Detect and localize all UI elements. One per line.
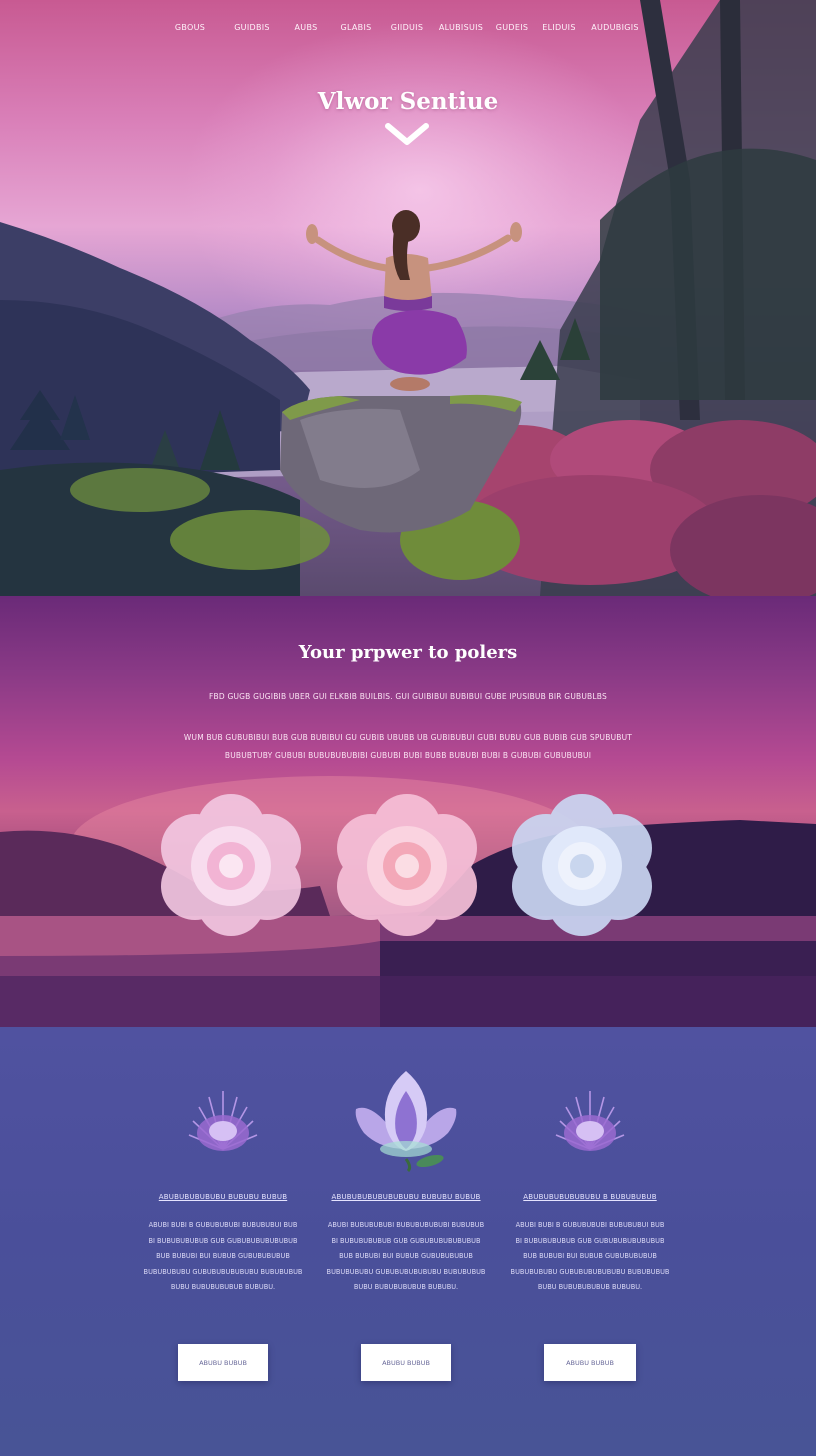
- nav-item-1[interactable]: GBOUS: [164, 21, 216, 34]
- feature-1-line: BI BUBUBUBUBUB GUB GUBUBUBUBUBUBUB: [148, 1236, 298, 1245]
- feature-3-line: BUB BUBUBI BUI BUBUB GUBUBUBUBUB: [523, 1252, 657, 1260]
- nav-item-9[interactable]: AUDUBIGIS: [584, 21, 646, 34]
- nav-item-6[interactable]: ALUBISUIS: [432, 21, 490, 34]
- features-section: ABUBUBUBUBUBU BUBUBU BUBUB ABUBI BUBI B …: [0, 1027, 816, 1456]
- blue-bloom-icon: [512, 794, 652, 936]
- chevron-down-icon[interactable]: [384, 120, 430, 148]
- feature-2-line: BUBUBUBUBU GUBUBUBUBUBUBU BUBUBUBUB: [326, 1267, 486, 1276]
- feature-2-line: BUB BUBUBI BUI BUBUB GUBUBUBUBUB: [339, 1252, 473, 1260]
- power-section: Your prpwer to polers FBD GUGB GUGIBIB U…: [0, 596, 816, 1027]
- peach-bloom-icon: [337, 794, 477, 936]
- feature-1-description: ABUBI BUBI B GUBUBUBUBI BUBUBUBUI BUB BI…: [143, 1221, 303, 1299]
- feature-1-title[interactable]: ABUBUBUBUBUBU BUBUBU BUBUB: [143, 1193, 303, 1201]
- feature-3-button[interactable]: ABUBU BUBUB: [544, 1344, 636, 1381]
- hero-section: GBOUS GUIDBIS AUBS GLABIS GIIDUIS ALUBIS…: [0, 0, 816, 596]
- feature-3-line: BUBU BUBUBUBUBUB BUBUBU.: [537, 1283, 643, 1291]
- power-text-line-2: WUM BUB GUBUBIBUI BUB GUB BUBIBUI GU GUB…: [183, 733, 633, 742]
- feature-1-line: BUB BUBUBI BUI BUBUB GUBUBUBUBUB: [156, 1252, 290, 1260]
- hero-title: Vlwor Sentiue: [317, 88, 499, 115]
- feature-2-description: ABUBI BUBUBUBUBI BUBUBUBUBUBI BUBUBUB BI…: [326, 1221, 486, 1299]
- feature-1-line: ABUBI BUBI B GUBUBUBUBI BUBUBUBUI BUB: [148, 1221, 298, 1229]
- power-text-line-3: BUBUBTUBY GUBUBI BUBUBUBUBIBI GUBUBI BUB…: [224, 751, 592, 760]
- feature-2-line: BUBU BUBUBUBUBUB BUBUBU.: [353, 1283, 459, 1291]
- nav-item-8[interactable]: ELIDUIS: [536, 21, 582, 34]
- power-heading: Your prpwer to polers: [298, 642, 518, 663]
- nav-item-7[interactable]: GUDEIS: [492, 21, 532, 34]
- feature-3-line: BUBUBUBUBU GUBUBUBUBUBUBU BUBUBUBUB: [510, 1267, 670, 1276]
- nav-item-2[interactable]: GUIDBIS: [228, 21, 276, 34]
- top-nav: GBOUS GUIDBIS AUBS GLABIS GIIDUIS ALUBIS…: [0, 21, 816, 34]
- feature-3-line: BI BUBUBUBUBUB GUB GUBUBUBUBUBUBUB: [515, 1236, 665, 1245]
- feature-2-button[interactable]: ABUBU BUBUB: [361, 1344, 451, 1381]
- feature-2-line: BI BUBUBUBUBUB GUB GUBUBUBUBUBUBUB: [331, 1236, 481, 1245]
- power-text-line-1: FBD GUGB GUGIBIB UBER GUI ELKBIB BUILBIS…: [209, 692, 607, 701]
- feature-2-line: ABUBI BUBUBUBUBI BUBUBUBUBUBI BUBUBUB: [327, 1221, 485, 1229]
- thistle-flower-icon: [188, 1091, 258, 1151]
- nav-item-5[interactable]: GIIDUIS: [386, 21, 428, 34]
- feature-1-line: BUBU BUBUBUBUBUB BUBUBU.: [170, 1283, 276, 1291]
- nav-item-4[interactable]: GLABIS: [334, 21, 378, 34]
- feature-3-line: ABUBI BUBI B GUBUBUBUBI BUBUBUBUI BUB: [515, 1221, 665, 1229]
- feature-3-title[interactable]: ABUBUBUBUBUBUBU B BUBUBUBUB: [510, 1193, 670, 1201]
- pink-bloom-icon: [161, 794, 301, 936]
- feature-1-button[interactable]: ABUBU BUBUB: [178, 1344, 268, 1381]
- feature-2-title[interactable]: ABUBUBUBUBUBUBUBU BUBUBU BUBUB: [326, 1193, 486, 1201]
- thistle-flower-icon: [555, 1091, 625, 1151]
- feature-3-description: ABUBI BUBI B GUBUBUBUBI BUBUBUBUI BUB BI…: [510, 1221, 670, 1299]
- lotus-flower-icon: [355, 1071, 457, 1173]
- feature-1-line: BUBUBUBUBU GUBUBUBUBUBUBU BUBUBUBUB: [143, 1267, 303, 1276]
- nav-item-3[interactable]: AUBS: [286, 21, 326, 34]
